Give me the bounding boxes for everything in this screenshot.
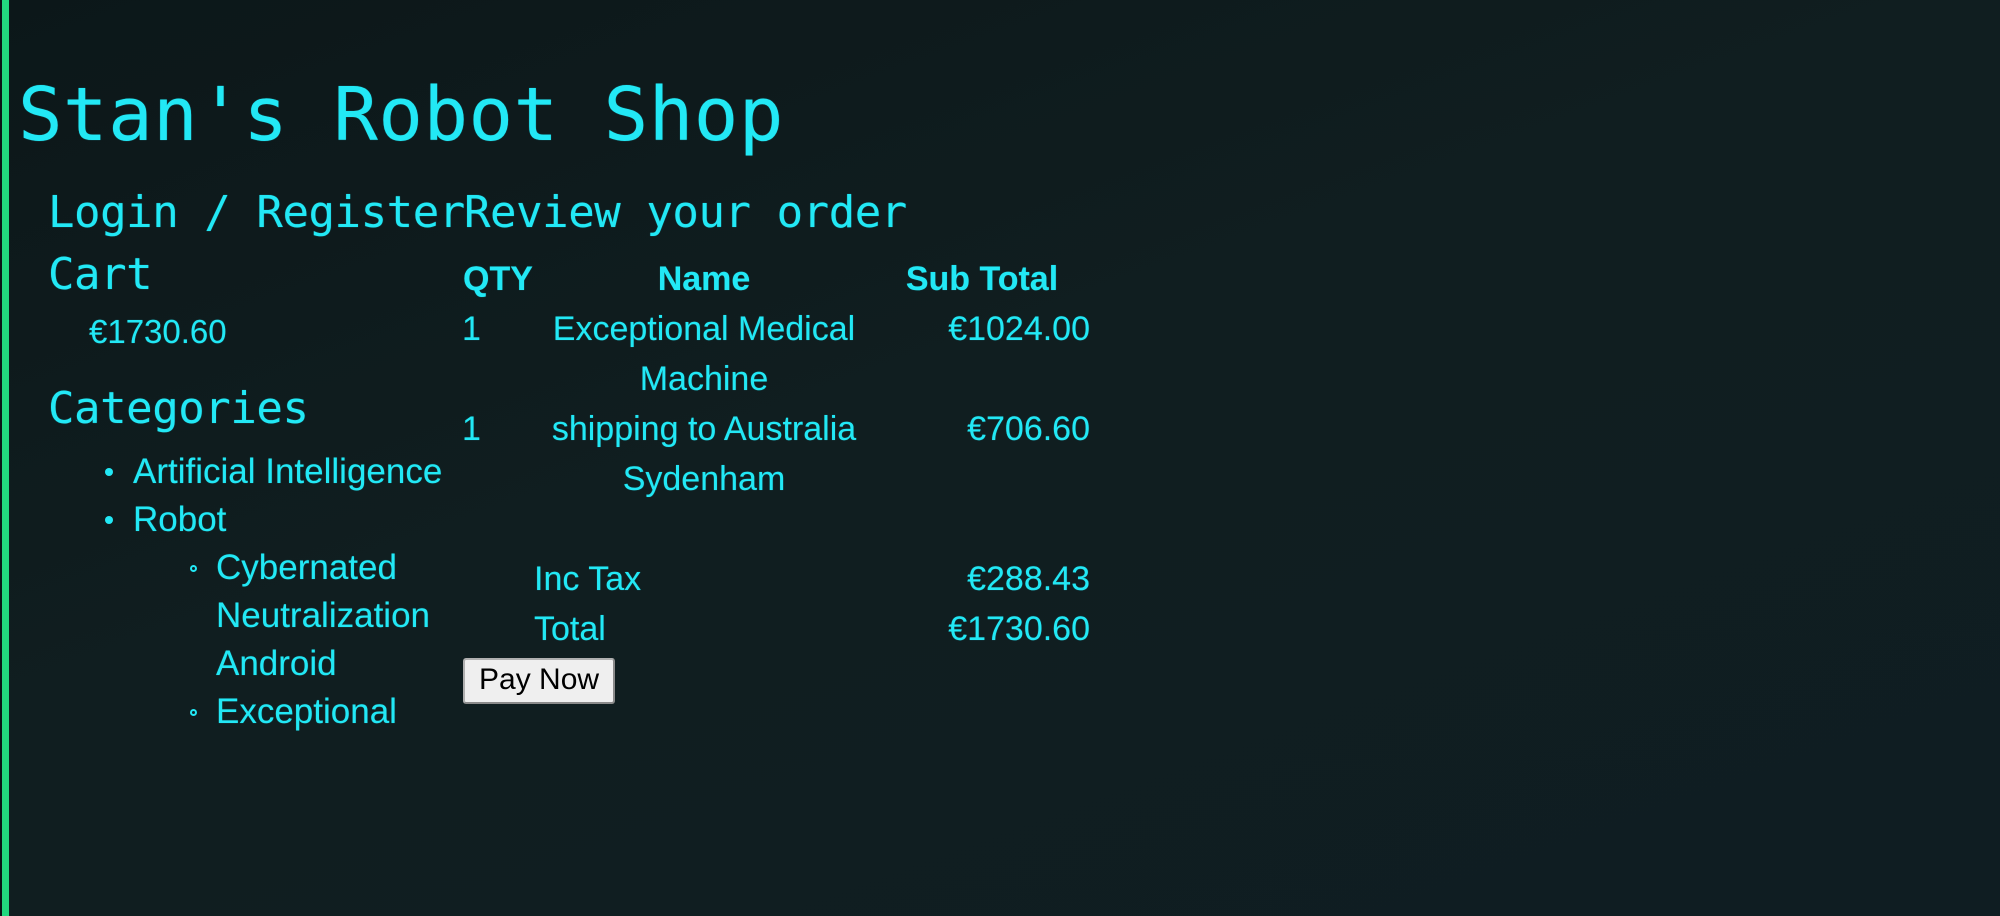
summary-value-total: €1730.60 [948,610,1090,648]
hollow-bullet-icon [190,565,197,572]
cart-total-amount: €1730.60 [89,313,227,350]
sidebar-link-cart[interactable]: Cart [48,244,448,306]
order-review-panel: Review your order QTY Name Sub Total 1 E… [462,182,1402,654]
table-header-row: QTY Name Sub Total [462,254,1090,304]
category-label: Artificial Intelligence [133,452,443,491]
category-item-artificial-intelligence[interactable]: Artificial Intelligence [48,448,448,496]
summary-value-inc-tax: €288.43 [967,560,1090,598]
order-table: QTY Name Sub Total 1 Exceptional Medical… [462,254,1090,654]
cell-sub-total: €1024.00 [948,310,1090,348]
sidebar-link-login-register[interactable]: Login / Register [48,182,465,244]
category-list: Artificial Intelligence Robot Cybernated… [48,448,448,736]
categories-heading: Categories [48,383,309,434]
bullet-icon [105,468,113,476]
spacer-cell [462,504,534,554]
order-table-head: QTY Name Sub Total [462,254,1090,304]
table-row: 1 shipping to Australia Sydenham €706.60 [462,404,1090,504]
order-table-body: 1 Exceptional Medical Machine €1024.00 1… [462,304,1090,654]
sidebar: Login / Register Cart €1730.60 Categorie… [48,182,465,736]
subcategory-item-exceptional[interactable]: Exceptional [133,688,448,736]
column-header-name: Name [657,260,751,298]
column-header-sub-total: Sub Total [905,260,1059,298]
bullet-icon [105,516,113,524]
spacer-cell [534,504,874,554]
pay-now-button[interactable]: Pay Now [463,658,616,704]
cell-sub-total: €706.60 [967,410,1090,448]
left-edge-strip-green [2,0,9,916]
hollow-bullet-icon [190,709,197,716]
summary-label-inc-tax: Inc Tax [534,560,642,598]
cell-name: Exceptional Medical Machine [552,310,856,398]
cell-qty: 1 [462,310,481,348]
cell-name: shipping to Australia Sydenham [551,410,857,498]
summary-label-total: Total [534,610,606,648]
summary-row-total: Total €1730.60 [462,604,1090,654]
column-header-qty: QTY [463,260,533,298]
subcategory-label: Exceptional [216,692,397,731]
table-spacer-row [462,504,1090,554]
order-review-heading: Review your order [464,187,907,238]
category-label: Robot [133,500,227,539]
subcategory-list: Cybernated Neutralization Android Except… [133,544,448,736]
spacer-cell [874,504,1090,554]
summary-empty-cell [462,604,534,654]
subcategory-label: Cybernated Neutralization Android [216,548,430,683]
summary-empty-cell [462,554,534,604]
table-row: 1 Exceptional Medical Machine €1024.00 [462,304,1090,404]
summary-row-inc-tax: Inc Tax €288.43 [462,554,1090,604]
cell-qty: 1 [462,410,481,448]
category-item-robot[interactable]: Robot Cybernated Neutralization Android … [48,496,448,736]
site-title: Stan's Robot Shop [18,71,784,158]
subcategory-item-cybernated-neutralization-android[interactable]: Cybernated Neutralization Android [133,544,448,688]
